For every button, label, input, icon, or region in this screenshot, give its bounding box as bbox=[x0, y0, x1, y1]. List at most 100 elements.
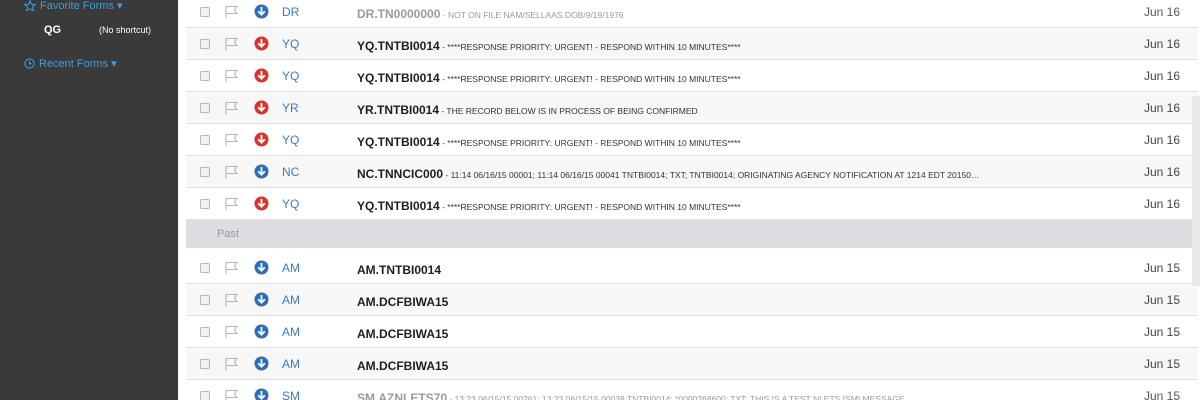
scrollbar[interactable] bbox=[1192, 96, 1200, 286]
table-row[interactable]: NC NC.TNNCIC000 - 11:14 06/16/15 00001; 1… bbox=[186, 156, 1198, 188]
select-checkbox[interactable] bbox=[200, 135, 210, 145]
message-description: - ****RESPONSE PRIORITY: URGENT! - RESPO… bbox=[439, 42, 741, 52]
message-text[interactable]: YQ.TNTBI0014 - ****RESPONSE PRIORITY: UR… bbox=[357, 197, 1117, 215]
message-date: Jun 15 bbox=[1143, 357, 1180, 371]
select-checkbox[interactable] bbox=[200, 359, 210, 369]
flag-icon[interactable] bbox=[224, 101, 239, 120]
table-row[interactable]: DR DR.TN0000000 - NOT ON FILE NAM/SELLAAS… bbox=[186, 0, 1198, 28]
recent-forms-toggle[interactable]: Recent Forms ▾ bbox=[24, 57, 117, 70]
down-arrow-red-icon bbox=[254, 196, 269, 216]
table-row[interactable]: AM AM.TNTBI0014 Jun 15 bbox=[186, 252, 1198, 284]
message-description: - THE RECORD BELOW IS IN PROCESS OF BEIN… bbox=[439, 106, 698, 116]
message-date: Jun 15 bbox=[1143, 293, 1180, 307]
flag-icon[interactable] bbox=[224, 389, 239, 400]
message-subject: YQ.TNTBI0014 bbox=[357, 39, 440, 53]
message-description: - ****RESPONSE PRIORITY: URGENT! - RESPO… bbox=[439, 74, 741, 84]
message-text[interactable]: NC.TNNCIC000 - 11:14 06/16/15 00001; 11:… bbox=[357, 165, 1117, 183]
message-text[interactable]: AM.DCFBIWA15 bbox=[357, 357, 1117, 375]
favorite-forms-label: Favorite Forms ▾ bbox=[40, 0, 123, 12]
message-date: Jun 16 bbox=[1143, 69, 1180, 83]
message-code: YQ bbox=[282, 69, 300, 83]
message-description: - ****RESPONSE PRIORITY: URGENT! - RESPO… bbox=[439, 138, 741, 148]
table-row[interactable]: AM AM.DCFBIWA15 Jun 15 bbox=[186, 316, 1198, 348]
message-description: - 13:23 06/15/15 00261; 13:23 06/15/15 0… bbox=[447, 394, 905, 400]
message-subject: AM.DCFBIWA15 bbox=[357, 359, 449, 373]
message-text[interactable]: SM.AZNLETS70 - 13:23 06/15/15 00261; 13:… bbox=[357, 389, 1117, 400]
message-subject: YQ.TNTBI0014 bbox=[357, 199, 440, 213]
message-date: Jun 15 bbox=[1143, 261, 1180, 275]
select-checkbox[interactable] bbox=[200, 103, 210, 113]
flag-icon[interactable] bbox=[224, 357, 239, 376]
table-row[interactable]: AM AM.DCFBIWA15 Jun 15 bbox=[186, 348, 1198, 380]
select-checkbox[interactable] bbox=[200, 263, 210, 273]
message-text[interactable]: YQ.TNTBI0014 - ****RESPONSE PRIORITY: UR… bbox=[357, 37, 1117, 55]
message-date: Jun 15 bbox=[1143, 389, 1180, 400]
down-arrow-blue-icon bbox=[254, 324, 269, 344]
table-row[interactable]: YQ YQ.TNTBI0014 - ****RESPONSE PRIORITY: … bbox=[186, 60, 1198, 92]
table-row[interactable]: YR YR.TNTBI0014 - THE RECORD BELOW IS IN … bbox=[186, 92, 1198, 124]
table-row[interactable]: YQ YQ.TNTBI0014 - ****RESPONSE PRIORITY: … bbox=[186, 28, 1198, 60]
message-text[interactable]: YR.TNTBI0014 - THE RECORD BELOW IS IN PR… bbox=[357, 101, 1117, 119]
select-checkbox[interactable] bbox=[200, 295, 210, 305]
select-checkbox[interactable] bbox=[200, 327, 210, 337]
table-row[interactable]: SM SM.AZNLETS70 - 13:23 06/15/15 00261; 1… bbox=[186, 380, 1198, 400]
down-arrow-red-icon bbox=[254, 36, 269, 56]
message-text[interactable]: YQ.TNTBI0014 - ****RESPONSE PRIORITY: UR… bbox=[357, 133, 1117, 151]
flag-icon[interactable] bbox=[224, 165, 239, 184]
select-checkbox[interactable] bbox=[200, 199, 210, 209]
message-code: YQ bbox=[282, 197, 300, 211]
down-arrow-blue-icon bbox=[254, 292, 269, 312]
select-checkbox[interactable] bbox=[200, 167, 210, 177]
flag-icon[interactable] bbox=[224, 37, 239, 56]
message-description: - ****RESPONSE PRIORITY: URGENT! - RESPO… bbox=[439, 202, 741, 212]
favorite-form-shortcut: (No shortcut) bbox=[99, 25, 152, 35]
sidebar: Favorite Forms ▾ QG (No shortcut) Recent… bbox=[0, 0, 178, 400]
flag-icon[interactable] bbox=[224, 133, 239, 152]
message-subject: AM.TNTBI0014 bbox=[357, 263, 442, 277]
message-subject: DR.TN0000000 bbox=[357, 7, 441, 21]
down-arrow-blue-icon bbox=[254, 260, 269, 280]
message-text[interactable]: AM.TNTBI0014 bbox=[357, 261, 1117, 279]
down-arrow-blue-icon bbox=[254, 356, 269, 376]
select-checkbox[interactable] bbox=[200, 7, 210, 17]
select-checkbox[interactable] bbox=[200, 71, 210, 81]
message-text[interactable]: AM.DCFBIWA15 bbox=[357, 293, 1117, 311]
down-arrow-blue-icon bbox=[254, 164, 269, 184]
flag-icon[interactable] bbox=[224, 261, 239, 280]
select-checkbox[interactable] bbox=[200, 391, 210, 400]
table-row[interactable]: YQ YQ.TNTBI0014 - ****RESPONSE PRIORITY: … bbox=[186, 188, 1198, 220]
table-row[interactable]: AM AM.DCFBIWA15 Jun 15 bbox=[186, 284, 1198, 316]
message-description: - NOT ON FILE NAM/SELLAAS.DOB/9/19/1976 bbox=[440, 10, 624, 20]
flag-icon[interactable] bbox=[224, 69, 239, 88]
down-arrow-red-icon bbox=[254, 132, 269, 152]
table-row[interactable]: YQ YQ.TNTBI0014 - ****RESPONSE PRIORITY: … bbox=[186, 124, 1198, 156]
clock-icon bbox=[24, 58, 35, 69]
down-arrow-blue-icon bbox=[254, 388, 269, 400]
message-code: NC bbox=[282, 165, 300, 179]
message-date: Jun 16 bbox=[1143, 101, 1180, 115]
down-arrow-blue-icon bbox=[254, 4, 269, 24]
message-description: - 11:14 06/16/15 00001; 11:14 06/16/15 0… bbox=[443, 170, 980, 180]
message-date: Jun 16 bbox=[1143, 133, 1180, 147]
flag-icon[interactable] bbox=[224, 293, 239, 312]
message-code: YR bbox=[282, 101, 299, 115]
message-code: SM bbox=[282, 389, 300, 400]
message-text[interactable]: AM.DCFBIWA15 bbox=[357, 325, 1117, 343]
message-subject: AM.DCFBIWA15 bbox=[357, 327, 449, 341]
message-date: Jun 15 bbox=[1143, 325, 1180, 339]
message-subject: YR.TNTBI0014 bbox=[357, 103, 440, 117]
message-text[interactable]: DR.TN0000000 - NOT ON FILE NAM/SELLAAS.D… bbox=[357, 5, 1117, 23]
group-header-past: Past bbox=[186, 220, 1198, 248]
select-checkbox[interactable] bbox=[200, 39, 210, 49]
message-text[interactable]: YQ.TNTBI0014 - ****RESPONSE PRIORITY: UR… bbox=[357, 69, 1117, 87]
favorite-form-item[interactable]: QG (No shortcut) bbox=[0, 24, 178, 38]
favorite-forms-toggle[interactable]: Favorite Forms ▾ bbox=[24, 0, 123, 12]
flag-icon[interactable] bbox=[224, 325, 239, 344]
flag-icon[interactable] bbox=[224, 197, 239, 216]
message-date: Jun 16 bbox=[1143, 5, 1180, 19]
message-code: YQ bbox=[282, 37, 300, 51]
flag-icon[interactable] bbox=[224, 5, 239, 24]
down-arrow-red-icon bbox=[254, 68, 269, 88]
recent-forms-label: Recent Forms ▾ bbox=[39, 58, 117, 70]
favorite-form-code: QG bbox=[44, 24, 62, 36]
